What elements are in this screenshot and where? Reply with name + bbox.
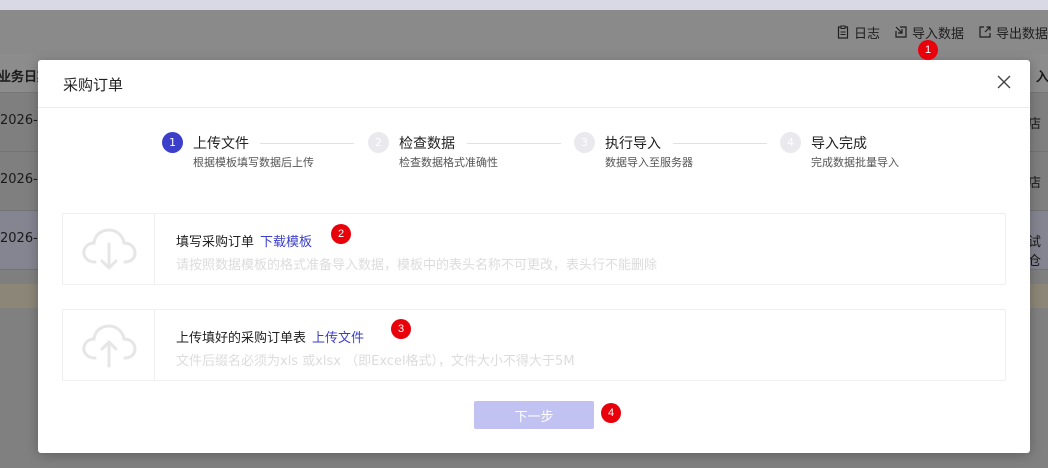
- top-strip: [0, 0, 1048, 10]
- step-title: 导入完成: [811, 136, 867, 152]
- upload-panel-title: 上传填好的采购订单表 上传文件: [176, 327, 364, 346]
- step-title: 上传文件: [193, 136, 249, 152]
- export-label: 导出数据: [995, 26, 1048, 42]
- annotation-badge-2: 2: [331, 224, 351, 244]
- step-number: 3: [574, 132, 595, 153]
- step-number: 2: [368, 132, 389, 153]
- download-icon-box: [63, 214, 155, 284]
- download-template-panel: 填写采购订单 下载模板 请按照数据模板的格式准备导入数据，模板中的表头名称不可更改…: [62, 213, 1006, 285]
- export-data-button[interactable]: 导出数据: [978, 23, 1048, 42]
- annotation-badge-1: 1: [918, 40, 938, 60]
- step-connector: [673, 143, 767, 144]
- upload-file-panel: 上传填好的采购订单表 上传文件 文件后缀名必须为xls 或xlsx （即Excel…: [62, 309, 1006, 381]
- row-right-cell: 试仓: [1028, 235, 1042, 269]
- import-icon: [895, 26, 907, 38]
- step-connector: [260, 143, 354, 144]
- annotation-badge-4: 4: [601, 403, 621, 423]
- modal-title: 采购订单: [63, 76, 124, 94]
- log-button[interactable]: 日志: [836, 23, 880, 42]
- toolbar: 日志 导入数据 导出数据: [0, 10, 1048, 54]
- upload-icon-box: [63, 310, 155, 380]
- log-label: 日志: [853, 26, 880, 42]
- upload-file-link[interactable]: 上传文件: [312, 331, 364, 346]
- header-right-cell: 入: [1036, 70, 1048, 85]
- download-template-link[interactable]: 下载模板: [260, 235, 312, 250]
- step-number: 4: [780, 132, 801, 153]
- upload-title-text: 上传填好的采购订单表: [176, 331, 307, 346]
- step-desc: 根据模板填写数据后上传: [193, 156, 314, 169]
- next-step-button[interactable]: 下一步: [474, 401, 594, 429]
- import-data-button[interactable]: 导入数据: [894, 23, 964, 42]
- step-title: 执行导入: [605, 136, 661, 152]
- cloud-upload-icon: [81, 324, 137, 368]
- step-connector: [467, 143, 561, 144]
- step-desc: 完成数据批量导入: [811, 156, 899, 169]
- step-desc: 数据导入至服务器: [605, 156, 693, 169]
- step-desc: 检查数据格式准确性: [399, 156, 498, 169]
- steps: 1 上传文件 根据模板填写数据后上传 2 检查数据 检查数据格式准确性 3 执行…: [162, 132, 922, 172]
- annotation-badge-3: 3: [391, 319, 411, 339]
- import-label: 导入数据: [911, 26, 964, 42]
- cloud-download-icon: [81, 228, 137, 270]
- import-modal: 采购订单 1 上传文件 根据模板填写数据后上传 2 检查数据 检查数据格式准确性…: [38, 60, 1030, 453]
- clipboard-icon: [837, 25, 849, 39]
- step-number: 1: [162, 132, 183, 153]
- export-icon: [979, 26, 991, 38]
- download-panel-desc: 请按照数据模板的格式准备导入数据，模板中的表头名称不可更改，表头行不能删除: [176, 258, 658, 273]
- step-title: 检查数据: [399, 136, 455, 152]
- download-panel-title: 填写采购订单 下载模板: [176, 231, 312, 250]
- close-icon[interactable]: [996, 74, 1012, 90]
- upload-panel-desc: 文件后缀名必须为xls 或xlsx （即Excel格式），文件大小不得大于5M: [176, 354, 575, 369]
- modal-header: 采购订单: [38, 60, 1030, 108]
- download-title-text: 填写采购订单: [176, 235, 255, 250]
